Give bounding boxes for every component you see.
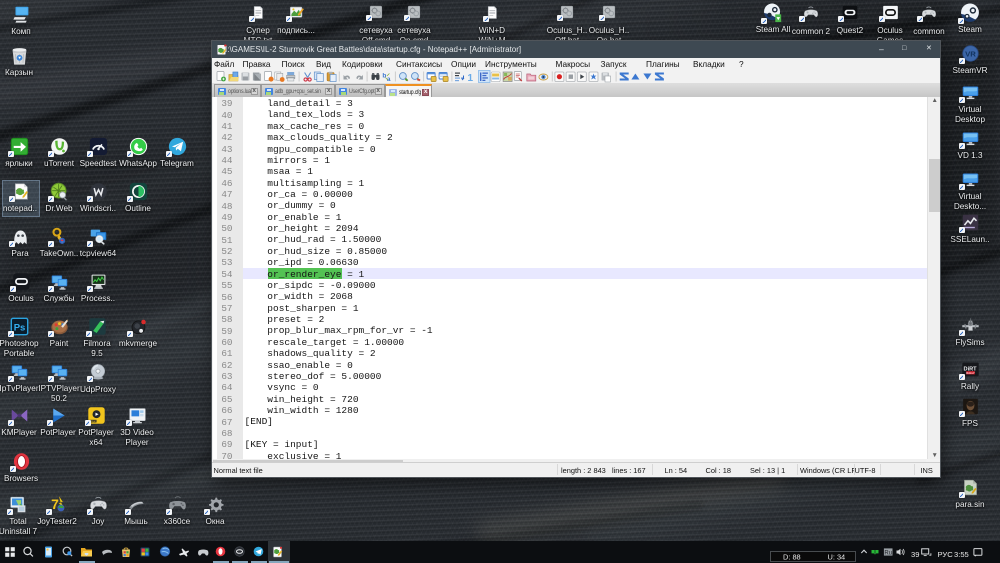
svg-text:U: 34: U: 34: [828, 552, 846, 561]
svg-text:39: 39: [911, 550, 919, 559]
svg-text:РУС: РУС: [938, 550, 954, 559]
svg-text:1: 1: [468, 73, 474, 83]
svg-text:D: 88: D: 88: [783, 552, 801, 561]
svg-text:3:55: 3:55: [954, 550, 969, 559]
svg-text:Ru: Ru: [884, 550, 892, 556]
